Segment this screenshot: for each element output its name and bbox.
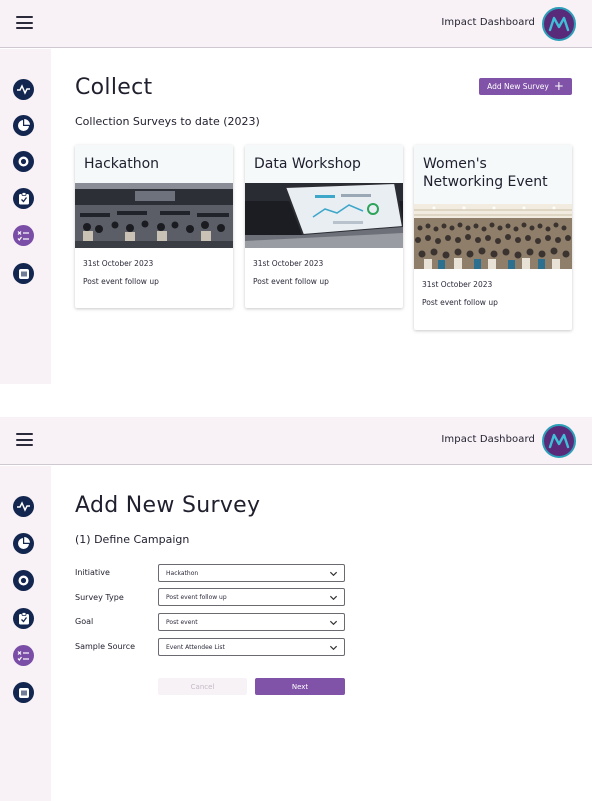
avatar[interactable]: [542, 424, 576, 458]
hackathon-image: [75, 183, 233, 248]
field-label-sample-source: Sample Source: [75, 642, 136, 651]
pie-chart-icon[interactable]: [13, 115, 34, 136]
card-title: Women's Networking Event: [414, 145, 572, 204]
survey-type-select[interactable]: Post event follow up: [158, 588, 345, 606]
card-type: Post event follow up: [83, 277, 159, 286]
activity-icon[interactable]: [13, 79, 34, 100]
card-meta: 31st October 2023 Post event follow up: [245, 259, 403, 308]
survey-card-womens-networking[interactable]: Women's Networking Event 31st October 20…: [414, 145, 572, 330]
app-title: Impact Dashboard: [441, 17, 535, 28]
networking-event-image: [414, 204, 572, 269]
select-value: Post event follow up: [166, 594, 227, 601]
survey-card-data-workshop[interactable]: Data Workshop 31st October 2023 Post eve…: [245, 145, 403, 308]
sidebar: [0, 49, 51, 384]
step-title: (1) Define Campaign: [75, 533, 190, 546]
chevron-down-icon: [329, 571, 338, 577]
select-value: Post event: [166, 619, 198, 626]
target-icon[interactable]: [13, 570, 34, 591]
card-type: Post event follow up: [253, 277, 329, 286]
card-date: 31st October 2023: [422, 280, 493, 289]
card-meta: 31st October 2023 Post event follow up: [414, 280, 572, 330]
plus-icon: +: [553, 79, 564, 93]
activity-icon[interactable]: [13, 496, 34, 517]
page-title: Add New Survey: [75, 493, 261, 518]
data-workshop-image: [245, 183, 403, 248]
app-title: Impact Dashboard: [441, 434, 535, 445]
select-value: Event Attendee List: [166, 644, 225, 651]
field-label-goal: Goal: [75, 617, 94, 626]
field-label-initiative: Initiative: [75, 568, 110, 577]
pie-chart-icon[interactable]: [13, 533, 34, 554]
chevron-down-icon: [329, 620, 338, 626]
message-icon[interactable]: [13, 682, 34, 703]
checklist-icon[interactable]: [13, 225, 34, 246]
message-icon[interactable]: [13, 263, 34, 284]
chevron-down-icon: [329, 595, 338, 601]
chevron-down-icon: [329, 645, 338, 651]
card-title: Hackathon: [75, 145, 233, 183]
target-icon[interactable]: [13, 151, 34, 172]
top-bar: Impact Dashboard: [0, 0, 592, 48]
sample-source-select[interactable]: Event Attendee List: [158, 638, 345, 656]
page-title: Collect: [75, 75, 153, 100]
add-survey-screen: Impact Dashboard Add New Survey (1) Defi…: [0, 417, 592, 801]
field-label-survey-type: Survey Type: [75, 593, 124, 602]
card-date: 31st October 2023: [253, 259, 324, 268]
add-new-survey-label: Add New Survey: [487, 82, 549, 91]
avatar[interactable]: [542, 7, 576, 41]
select-value: Hackathon: [166, 570, 199, 577]
card-type: Post event follow up: [422, 298, 498, 307]
menu-icon[interactable]: [16, 16, 33, 29]
clipboard-icon[interactable]: [13, 188, 34, 209]
checklist-icon[interactable]: [13, 645, 34, 666]
add-new-survey-button[interactable]: Add New Survey +: [479, 78, 572, 95]
top-bar: Impact Dashboard: [0, 417, 592, 465]
cancel-button[interactable]: Cancel: [158, 678, 247, 695]
card-meta: 31st October 2023 Post event follow up: [75, 259, 233, 308]
next-button[interactable]: Next: [255, 678, 345, 695]
page-subtitle: Collection Surveys to date (2023): [75, 115, 260, 128]
card-title: Data Workshop: [245, 145, 403, 183]
clipboard-icon[interactable]: [13, 608, 34, 629]
card-date: 31st October 2023: [83, 259, 154, 268]
goal-select[interactable]: Post event: [158, 613, 345, 631]
menu-icon[interactable]: [16, 433, 33, 446]
logo-icon: [548, 16, 570, 32]
collect-screen: Impact Dashboard Collect Collection Surv…: [0, 0, 592, 384]
logo-icon: [548, 433, 570, 449]
sidebar: [0, 466, 51, 801]
survey-card-hackathon[interactable]: Hackathon 31st October 2023 Post event f…: [75, 145, 233, 308]
initiative-select[interactable]: Hackathon: [158, 564, 345, 582]
